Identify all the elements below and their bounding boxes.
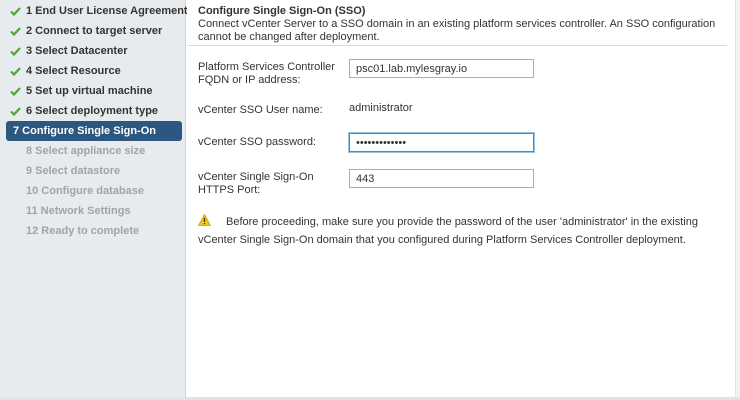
step-select-resource[interactable]: 4 Select Resource [6, 61, 181, 81]
step-label: 9 Select datastore [26, 165, 121, 177]
sso-config-panel: Configure Single Sign-On (SSO) Connect v… [187, 0, 740, 397]
sso-password-input[interactable] [349, 133, 534, 152]
https-port-input[interactable] [349, 169, 534, 188]
warning-icon [197, 213, 212, 232]
step-label: 12 Ready to complete [26, 225, 140, 237]
step-configure-sso[interactable]: 7 Configure Single Sign-On [6, 121, 182, 141]
step-eula[interactable]: 1 End User License Agreement [6, 1, 188, 21]
warning-text: Before proceeding, make sure you provide… [198, 216, 698, 246]
step-label: 6 Select deployment type [26, 105, 159, 117]
step-label: 8 Select appliance size [26, 145, 146, 157]
sso-password-label: vCenter SSO password: [198, 136, 316, 148]
step-label: 5 Set up virtual machine [26, 85, 153, 97]
step-appliance-size: 8 Select appliance size [6, 141, 181, 161]
checkmark-icon [10, 101, 24, 121]
step-select-datastore: 9 Select datastore [6, 161, 181, 181]
step-deployment-type[interactable]: 6 Select deployment type [6, 101, 181, 121]
step-label: 10 Configure database [26, 185, 144, 197]
checkmark-icon [10, 61, 24, 81]
step-network-settings: 11 Network Settings [6, 201, 181, 221]
step-connect-target[interactable]: 2 Connect to target server [6, 21, 181, 41]
psc-address-label: Platform Services Controller FQDN or IP … [198, 61, 335, 86]
step-label: 7 Configure Single Sign-On [13, 125, 156, 137]
psc-address-input[interactable] [349, 59, 534, 78]
step-label: 11 Network Settings [26, 205, 131, 217]
https-port-label: vCenter Single Sign-On HTTPS Port: [198, 171, 314, 196]
checkmark-icon [10, 41, 24, 61]
window-right-edge [735, 0, 740, 397]
sso-username-value: administrator [349, 102, 413, 114]
steps-list: 1 End User License Agreement 2 Connect t… [0, 0, 188, 241]
step-label: 3 Select Datacenter [26, 45, 128, 57]
page-title: Configure Single Sign-On (SSO) [198, 5, 366, 17]
wizard-steps-sidebar: 1 End User License Agreement 2 Connect t… [0, 0, 188, 397]
checkmark-icon [10, 1, 24, 21]
step-label: 1 End User License Agreement [26, 5, 188, 17]
checkmark-icon [10, 81, 24, 101]
step-ready-to-complete: 12 Ready to complete [6, 221, 181, 241]
sso-username-label: vCenter SSO User name: [198, 104, 323, 116]
step-configure-database: 10 Configure database [6, 181, 181, 201]
checkmark-icon [10, 21, 24, 41]
step-label: 4 Select Resource [26, 65, 121, 77]
page-description: Connect vCenter Server to a SSO domain i… [198, 18, 716, 43]
panel-header: Configure Single Sign-On (SSO) Connect v… [187, 0, 727, 46]
step-setup-vm[interactable]: 5 Set up virtual machine [6, 81, 181, 101]
step-label: 2 Connect to target server [26, 25, 163, 37]
warning-message: Before proceeding, make sure you provide… [197, 213, 728, 249]
step-select-datacenter[interactable]: 3 Select Datacenter [6, 41, 181, 61]
